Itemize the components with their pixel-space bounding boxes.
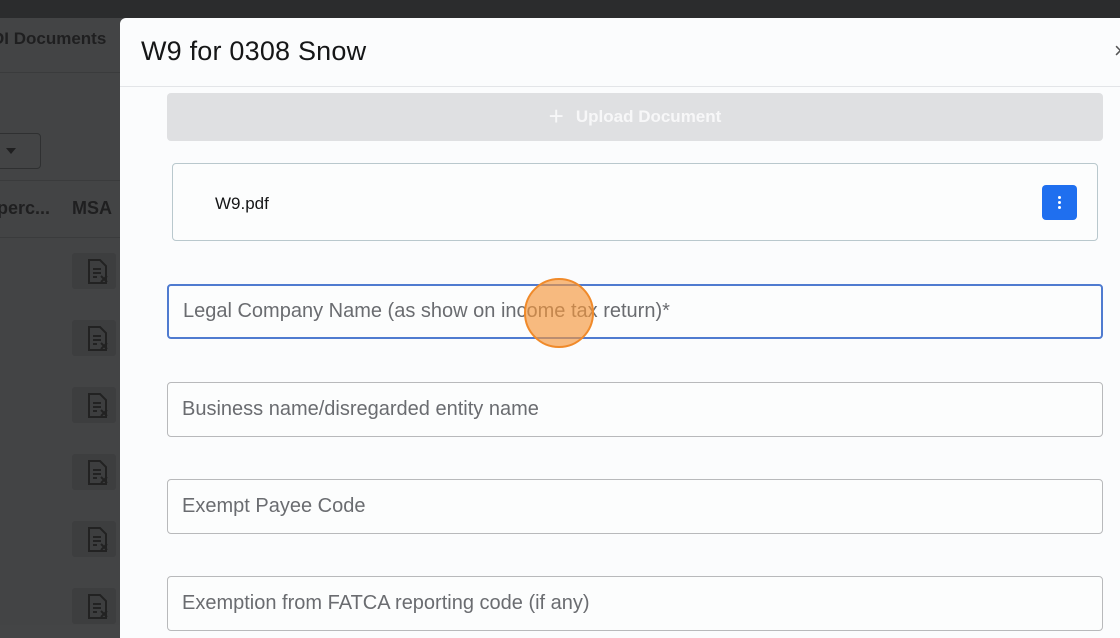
business-name-field[interactable] — [167, 382, 1103, 437]
close-icon[interactable]: × — [1114, 38, 1120, 64]
upload-document-button[interactable]: + Upload Document — [167, 93, 1103, 141]
legal-company-name-field[interactable] — [167, 284, 1103, 339]
exempt-payee-code-input[interactable] — [168, 480, 1102, 533]
document-icon — [72, 387, 116, 423]
document-icon — [72, 454, 116, 490]
fatca-exemption-code-input[interactable] — [168, 577, 1102, 630]
chevron-down-icon — [6, 148, 16, 154]
w9-modal: W9 for 0308 Snow × + Upload Document W9.… — [120, 18, 1120, 638]
background-dropdown — [0, 133, 41, 169]
file-name: W9.pdf — [215, 194, 269, 213]
file-card: W9.pdf — [172, 163, 1098, 241]
legal-company-name-input[interactable] — [169, 286, 1101, 337]
upload-document-label: Upload Document — [575, 107, 722, 126]
background-tab-divider — [0, 72, 120, 73]
business-name-input[interactable] — [168, 383, 1102, 436]
background-tab-label: DI Documents — [0, 29, 107, 48]
modal-header: W9 for 0308 Snow × — [120, 18, 1120, 87]
document-icon — [72, 521, 116, 557]
plus-icon: + — [548, 101, 564, 131]
document-icon — [72, 253, 116, 289]
background-column-label: MSA — [72, 198, 112, 218]
modal-title: W9 for 0308 Snow — [141, 36, 367, 66]
menu-dot — [1058, 196, 1061, 199]
menu-dot — [1058, 206, 1061, 209]
background-column-label: operc... — [0, 198, 51, 218]
fatca-exemption-code-field[interactable] — [167, 576, 1103, 631]
document-icon — [72, 588, 116, 624]
exempt-payee-code-field[interactable] — [167, 479, 1103, 534]
document-icon — [72, 320, 116, 356]
more-vertical-icon[interactable] — [1042, 185, 1077, 220]
menu-dot — [1058, 201, 1061, 204]
background-top-bar — [0, 0, 1120, 18]
click-indicator — [524, 278, 594, 348]
